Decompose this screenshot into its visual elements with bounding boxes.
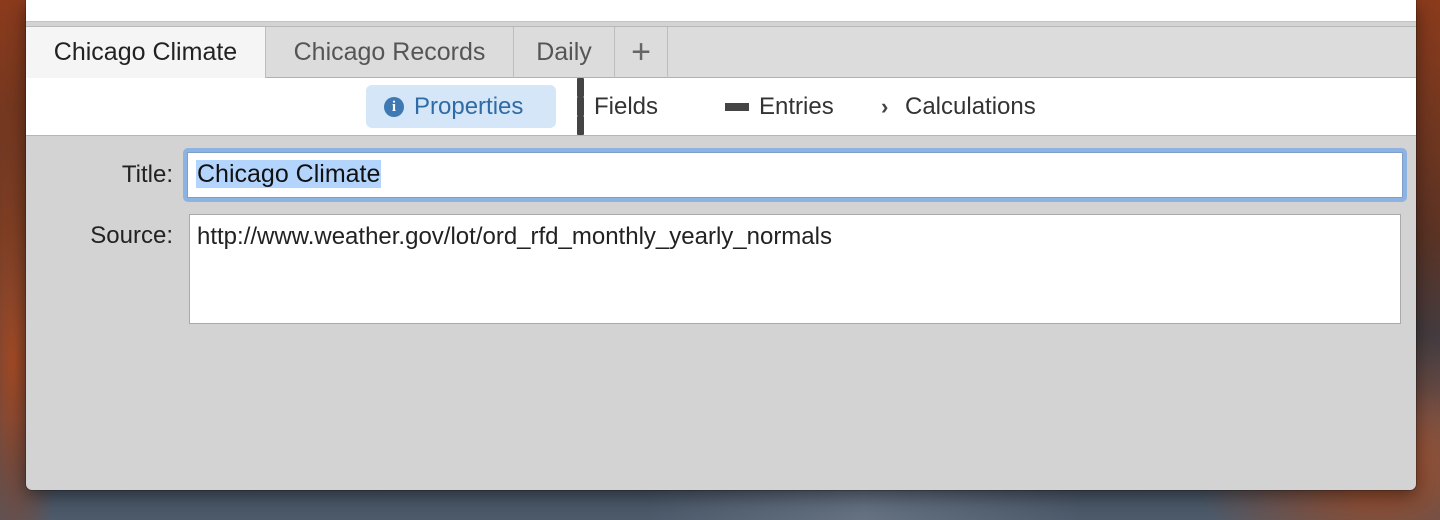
columns-icon bbox=[577, 78, 584, 135]
chevron-right-icon: › bbox=[881, 94, 889, 119]
fields-button[interactable]: Fields bbox=[577, 78, 659, 135]
add-tab-button[interactable]: + bbox=[615, 27, 668, 78]
info-icon: i bbox=[384, 96, 404, 117]
title-field[interactable]: Chicago Climate bbox=[183, 148, 1407, 202]
app-window: Chicago Climate Chicago Records Daily + … bbox=[26, 0, 1416, 490]
calculations-button[interactable]: › Calculations bbox=[881, 85, 1036, 128]
view-toolbar: i Properties Fields Entries › Calculatio… bbox=[26, 78, 1416, 136]
tab-chicago-records[interactable]: Chicago Records bbox=[266, 27, 514, 78]
source-field[interactable]: http://www.weather.gov/lot/ord_rfd_month… bbox=[189, 214, 1401, 324]
entries-label: Entries bbox=[759, 93, 834, 120]
title-value: Chicago Climate bbox=[196, 160, 382, 188]
fields-label: Fields bbox=[594, 93, 659, 120]
properties-button[interactable]: i Properties bbox=[366, 85, 556, 128]
title-input[interactable]: Chicago Climate bbox=[187, 152, 1403, 198]
title-label: Title: bbox=[121, 161, 173, 188]
calculations-label: Calculations bbox=[905, 93, 1036, 120]
properties-label: Properties bbox=[414, 93, 524, 120]
window-top-edge bbox=[26, 0, 1416, 22]
tab-chicago-climate[interactable]: Chicago Climate bbox=[26, 27, 266, 78]
source-label: Source: bbox=[90, 222, 173, 249]
tab-bar: Chicago Climate Chicago Records Daily + bbox=[26, 26, 1416, 78]
tab-daily[interactable]: Daily bbox=[514, 27, 615, 78]
entries-button[interactable]: Entries bbox=[725, 85, 834, 128]
list-icon bbox=[725, 102, 749, 111]
